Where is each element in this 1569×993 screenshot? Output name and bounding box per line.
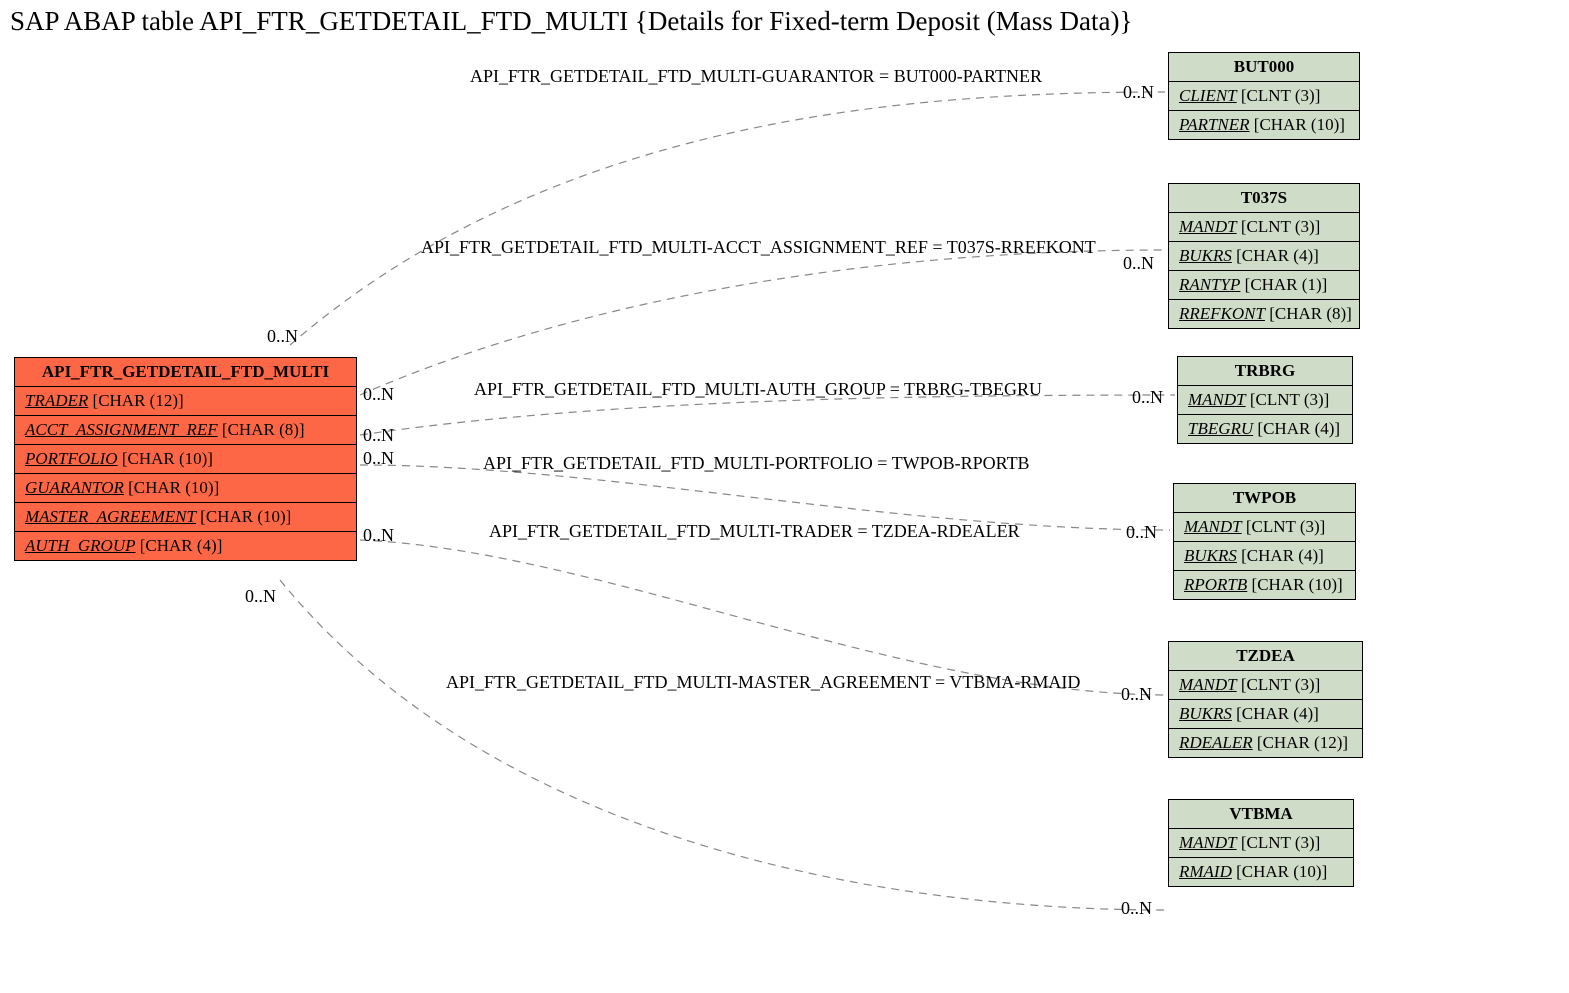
- cardinality-ref-but000: 0..N: [1123, 82, 1154, 103]
- entity-but000-header: BUT000: [1169, 53, 1359, 82]
- entity-field: AUTH_GROUP [CHAR (4)]: [15, 532, 356, 560]
- entity-field: MANDT [CLNT (3)]: [1174, 513, 1355, 542]
- relationship-label-but000: API_FTR_GETDETAIL_FTD_MULTI-GUARANTOR = …: [470, 66, 1042, 87]
- relationship-label-trbrg: API_FTR_GETDETAIL_FTD_MULTI-AUTH_GROUP =…: [474, 379, 1042, 400]
- entity-field: RPORTB [CHAR (10)]: [1174, 571, 1355, 599]
- entity-twpob-header: TWPOB: [1174, 484, 1355, 513]
- entity-field: GUARANTOR [CHAR (10)]: [15, 474, 356, 503]
- cardinality-ref-twpob: 0..N: [1126, 522, 1157, 543]
- entity-but000: BUT000 CLIENT [CLNT (3)] PARTNER [CHAR (…: [1168, 52, 1360, 140]
- cardinality-main-but000: 0..N: [267, 326, 298, 347]
- relationship-label-vtbma: API_FTR_GETDETAIL_FTD_MULTI-MASTER_AGREE…: [446, 672, 1080, 693]
- relationship-label-t037s: API_FTR_GETDETAIL_FTD_MULTI-ACCT_ASSIGNM…: [421, 237, 1096, 258]
- entity-twpob: TWPOB MANDT [CLNT (3)] BUKRS [CHAR (4)] …: [1173, 483, 1356, 600]
- entity-trbrg: TRBRG MANDT [CLNT (3)] TBEGRU [CHAR (4)]: [1177, 356, 1353, 444]
- entity-field: BUKRS [CHAR (4)]: [1169, 700, 1362, 729]
- entity-t037s-header: T037S: [1169, 184, 1359, 213]
- cardinality-main-trbrg: 0..N: [363, 425, 394, 446]
- entity-field: CLIENT [CLNT (3)]: [1169, 82, 1359, 111]
- relationship-label-twpob: API_FTR_GETDETAIL_FTD_MULTI-PORTFOLIO = …: [483, 453, 1030, 474]
- entity-vtbma: VTBMA MANDT [CLNT (3)] RMAID [CHAR (10)]: [1168, 799, 1354, 887]
- cardinality-ref-t037s: 0..N: [1123, 253, 1154, 274]
- entity-t037s: T037S MANDT [CLNT (3)] BUKRS [CHAR (4)] …: [1168, 183, 1360, 329]
- cardinality-ref-trbrg: 0..N: [1132, 387, 1163, 408]
- page-title: SAP ABAP table API_FTR_GETDETAIL_FTD_MUL…: [10, 6, 1132, 37]
- entity-field: MANDT [CLNT (3)]: [1169, 671, 1362, 700]
- cardinality-main-t037s: 0..N: [363, 384, 394, 405]
- entity-main-header: API_FTR_GETDETAIL_FTD_MULTI: [15, 358, 356, 387]
- entity-field: PARTNER [CHAR (10)]: [1169, 111, 1359, 139]
- cardinality-main-twpob: 0..N: [363, 448, 394, 469]
- entity-field: BUKRS [CHAR (4)]: [1174, 542, 1355, 571]
- entity-tzdea: TZDEA MANDT [CLNT (3)] BUKRS [CHAR (4)] …: [1168, 641, 1363, 758]
- entity-field: RDEALER [CHAR (12)]: [1169, 729, 1362, 757]
- cardinality-ref-tzdea: 0..N: [1121, 684, 1152, 705]
- entity-field: PORTFOLIO [CHAR (10)]: [15, 445, 356, 474]
- entity-field: TBEGRU [CHAR (4)]: [1178, 415, 1352, 443]
- entity-api-ftr-getdetail-ftd-multi: API_FTR_GETDETAIL_FTD_MULTI TRADER [CHAR…: [14, 357, 357, 561]
- entity-field: MANDT [CLNT (3)]: [1169, 829, 1353, 858]
- entity-vtbma-header: VTBMA: [1169, 800, 1353, 829]
- cardinality-main-vtbma: 0..N: [245, 586, 276, 607]
- entity-field: RANTYP [CHAR (1)]: [1169, 271, 1359, 300]
- cardinality-main-tzdea: 0..N: [363, 525, 394, 546]
- entity-tzdea-header: TZDEA: [1169, 642, 1362, 671]
- entity-field: RREFKONT [CHAR (8)]: [1169, 300, 1359, 328]
- entity-field: TRADER [CHAR (12)]: [15, 387, 356, 416]
- entity-field: RMAID [CHAR (10)]: [1169, 858, 1353, 886]
- entity-field: MANDT [CLNT (3)]: [1169, 213, 1359, 242]
- entity-field: BUKRS [CHAR (4)]: [1169, 242, 1359, 271]
- entity-field: ACCT_ASSIGNMENT_REF [CHAR (8)]: [15, 416, 356, 445]
- relationship-label-tzdea: API_FTR_GETDETAIL_FTD_MULTI-TRADER = TZD…: [489, 521, 1020, 542]
- entity-trbrg-header: TRBRG: [1178, 357, 1352, 386]
- entity-field: MASTER_AGREEMENT [CHAR (10)]: [15, 503, 356, 532]
- cardinality-ref-vtbma: 0..N: [1121, 898, 1152, 919]
- entity-field: MANDT [CLNT (3)]: [1178, 386, 1352, 415]
